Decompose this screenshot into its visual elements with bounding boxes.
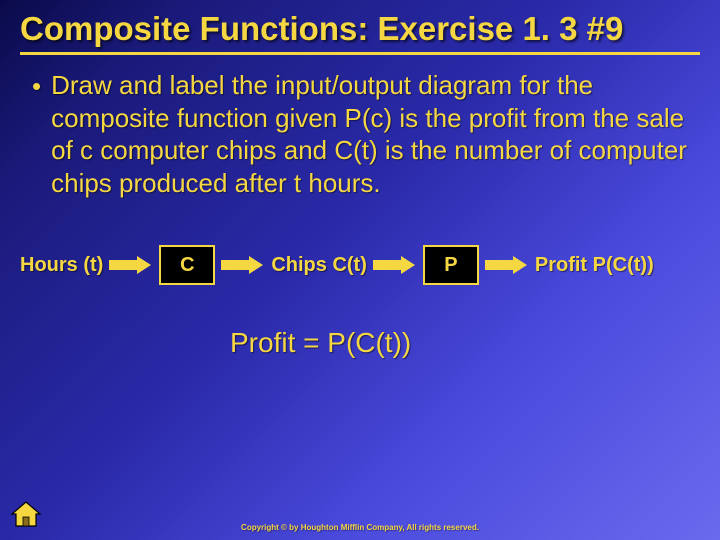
arrow-icon bbox=[221, 256, 265, 274]
io-diagram: Hours (t) C Chips C(t) P Profit P(C(t)) bbox=[20, 245, 700, 285]
slide: Composite Functions: Exercise 1. 3 #9 • … bbox=[0, 0, 720, 540]
diagram-mid-label: Chips C(t) bbox=[271, 254, 367, 277]
bullet-block: • Draw and label the input/output diagra… bbox=[20, 69, 700, 199]
slide-title: Composite Functions: Exercise 1. 3 #9 bbox=[20, 10, 700, 55]
diagram-output-label: Profit P(C(t)) bbox=[535, 254, 654, 277]
arrow-icon bbox=[109, 256, 153, 274]
equation-text: Profit = P(C(t)) bbox=[230, 327, 700, 359]
arrow-icon bbox=[485, 256, 529, 274]
diagram-input-label: Hours (t) bbox=[20, 254, 103, 277]
body-text: Draw and label the input/output diagram … bbox=[51, 69, 700, 199]
copyright-text: Copyright © by Houghton Mifflin Company,… bbox=[0, 523, 720, 532]
function-box-p: P bbox=[423, 245, 479, 285]
function-box-c: C bbox=[159, 245, 215, 285]
bullet-marker: • bbox=[32, 71, 41, 102]
arrow-icon bbox=[373, 256, 417, 274]
